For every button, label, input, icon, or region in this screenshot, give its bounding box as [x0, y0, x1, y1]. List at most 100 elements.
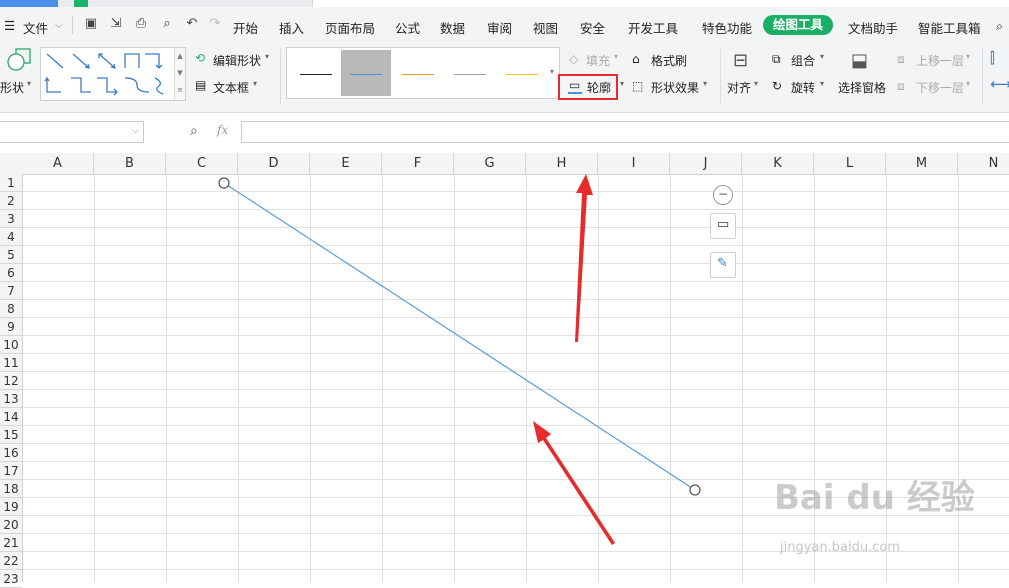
float-style-button[interactable]: ✎	[710, 252, 736, 278]
column-header[interactable]: J	[670, 153, 742, 174]
style-swatch-black[interactable]	[291, 50, 341, 96]
column-header[interactable]: E	[310, 153, 382, 174]
fill-button[interactable]: 填充	[586, 52, 610, 69]
tab-formulas[interactable]: 公式	[395, 18, 420, 37]
tab-review[interactable]: 审阅	[487, 18, 512, 37]
row-header[interactable]: 10	[0, 336, 22, 354]
undo-icon[interactable]: ↶	[185, 17, 199, 31]
cell-grid[interactable]	[23, 174, 1009, 582]
chevron-down-icon[interactable]: ▾	[703, 79, 707, 88]
row-header[interactable]: 7	[0, 282, 22, 300]
row-header[interactable]: 3	[0, 210, 22, 228]
row-header[interactable]: 4	[0, 228, 22, 246]
workbook-tab[interactable]	[0, 0, 58, 7]
row-header[interactable]: 13	[0, 390, 22, 408]
column-header[interactable]: F	[382, 153, 454, 174]
send-backward-button[interactable]: 下移一层	[916, 79, 964, 96]
tab-page-layout[interactable]: 页面布局	[325, 18, 375, 37]
row-header[interactable]: 20	[0, 516, 22, 534]
chevron-down-icon[interactable]: ▾	[27, 79, 31, 88]
row-header[interactable]: 19	[0, 498, 22, 516]
row-header[interactable]: 11	[0, 354, 22, 372]
chevron-down-icon[interactable]: ⌵	[55, 20, 63, 31]
tab-home[interactable]: 开始	[233, 18, 258, 37]
style-swatch-gray[interactable]	[445, 50, 495, 96]
row-header[interactable]: 21	[0, 534, 22, 552]
print-preview-icon[interactable]: ⌕	[160, 17, 174, 31]
row-header[interactable]: 16	[0, 444, 22, 462]
new-tab-indicator[interactable]	[74, 0, 88, 7]
chevron-down-icon[interactable]: ▾	[820, 52, 824, 61]
fx-icon[interactable]: fx	[217, 123, 228, 137]
column-header[interactable]: M	[886, 153, 958, 174]
fill-icon[interactable]: ◇	[569, 52, 578, 66]
selection-pane-button[interactable]: 选择窗格	[838, 79, 886, 96]
style-swatch-orange[interactable]	[393, 50, 443, 96]
print-icon[interactable]: ⎙	[134, 17, 148, 31]
chevron-down-icon[interactable]: ▾	[966, 79, 970, 88]
text-box-icon[interactable]: ▤	[195, 78, 206, 92]
chevron-down-icon[interactable]: ▾	[253, 79, 257, 88]
shape-style-gallery[interactable]	[286, 47, 560, 99]
hamburger-icon[interactable]: ☰	[4, 18, 15, 33]
tab-smart-toolbox[interactable]: 智能工具箱	[918, 18, 981, 37]
export-icon[interactable]: ⇲	[109, 17, 123, 31]
column-header[interactable]: A	[22, 153, 94, 174]
tab-drawing-tools[interactable]: 绘图工具	[763, 15, 833, 35]
chevron-down-icon[interactable]: ▾	[820, 79, 824, 88]
format-painter-button[interactable]: 格式刷	[651, 52, 687, 69]
column-header[interactable]: L	[814, 153, 886, 174]
chevron-down-icon[interactable]: ▾	[754, 79, 758, 88]
row-header[interactable]: 23	[0, 570, 22, 588]
column-header[interactable]: N	[958, 153, 1009, 174]
column-header[interactable]: C	[166, 153, 238, 174]
shapes-button-label[interactable]: 形状	[0, 79, 24, 96]
bring-forward-button[interactable]: 上移一层	[916, 52, 964, 69]
edit-shape-button[interactable]: 编辑形状	[213, 52, 261, 69]
align-button[interactable]: 对齐	[727, 79, 751, 96]
save-icon[interactable]: ▣	[84, 17, 98, 31]
row-header[interactable]: 15	[0, 426, 22, 444]
row-header[interactable]: 18	[0, 480, 22, 498]
tab-data[interactable]: 数据	[440, 18, 465, 37]
column-header[interactable]: D	[238, 153, 310, 174]
text-box-button[interactable]: 文本框	[213, 79, 249, 96]
chevron-down-icon[interactable]: ⌵	[132, 126, 139, 136]
edit-shape-icon[interactable]: ⟲	[195, 51, 205, 65]
row-header[interactable]: 17	[0, 462, 22, 480]
row-header[interactable]: 12	[0, 372, 22, 390]
gallery-more-icon[interactable]: ▾	[550, 67, 554, 76]
tab-security[interactable]: 安全	[580, 18, 605, 37]
float-outline-button[interactable]: ▭	[710, 213, 736, 239]
zoom-formula-icon[interactable]: ⌕	[190, 123, 198, 139]
chevron-down-icon[interactable]: ▾	[614, 52, 618, 61]
formula-input[interactable]	[241, 121, 1009, 143]
chevron-down-icon[interactable]: ▾	[966, 52, 970, 61]
rotate-icon[interactable]: ↻	[772, 79, 782, 93]
row-header[interactable]: 6	[0, 264, 22, 282]
row-header[interactable]: 22	[0, 552, 22, 570]
column-header[interactable]: I	[598, 153, 670, 174]
group-button[interactable]: 组合	[791, 52, 815, 69]
tab-developer[interactable]: 开发工具	[628, 18, 678, 37]
file-menu[interactable]: 文件	[23, 18, 48, 37]
send-backward-icon[interactable]: ⧈	[897, 79, 905, 94]
shapes-icon[interactable]	[4, 47, 34, 71]
column-header[interactable]: B	[94, 153, 166, 174]
row-header[interactable]: 2	[0, 192, 22, 210]
bring-forward-icon[interactable]: ⧈	[897, 52, 905, 67]
column-header[interactable]: G	[454, 153, 526, 174]
tab-view[interactable]: 视图	[533, 18, 558, 37]
selection-pane-icon[interactable]: ⬓	[851, 50, 868, 71]
group-icon[interactable]: ⧉	[772, 52, 781, 67]
gallery-scroll[interactable]: ▲ ▼ ≡	[174, 48, 185, 100]
line-shapes-gallery[interactable]: ▲ ▼ ≡	[40, 47, 186, 101]
row-header[interactable]: 14	[0, 408, 22, 426]
chevron-down-icon[interactable]: ▾	[620, 79, 624, 88]
search-icon[interactable]: ⌕	[996, 18, 1003, 34]
height-icon[interactable]: ⫿	[990, 49, 995, 67]
style-swatch-yellow[interactable]	[497, 50, 547, 96]
tab-insert[interactable]: 插入	[279, 18, 304, 37]
collapse-icon[interactable]: −	[713, 185, 733, 205]
row-header[interactable]: 8	[0, 300, 22, 318]
